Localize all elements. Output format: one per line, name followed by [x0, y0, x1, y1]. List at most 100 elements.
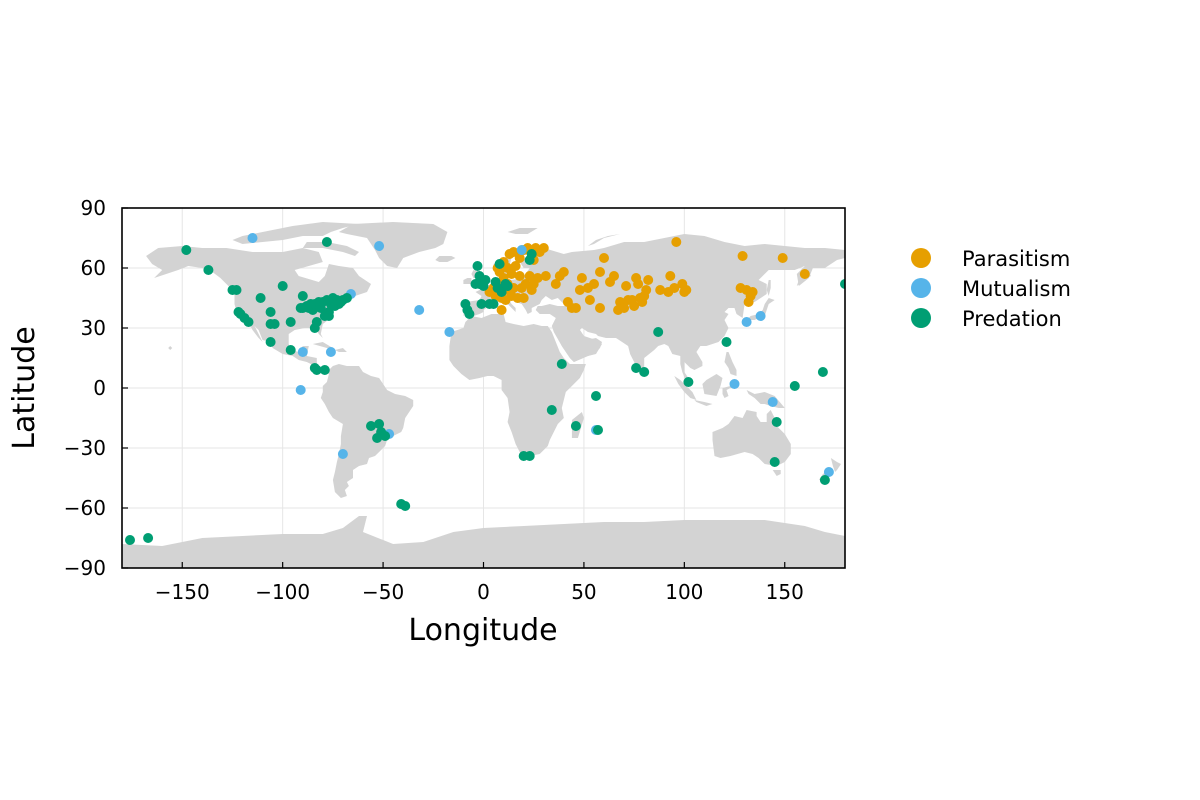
- point-parasitism: [584, 295, 595, 305]
- legend: Parasitism Mutualism Predation: [911, 247, 1071, 331]
- point-mutualism: [741, 317, 752, 327]
- point-predation: [243, 317, 254, 327]
- y-axis-title: Latitude: [7, 326, 42, 449]
- point-parasitism: [681, 285, 692, 295]
- point-predation: [297, 291, 308, 301]
- world-map-chart: −150 −100 −50 0 50 100 150 −90 −60 −30 0 30 60 90 Lo…: [7, 196, 1071, 648]
- point-parasitism: [576, 273, 587, 283]
- point-mutualism: [247, 233, 258, 243]
- point-predation: [319, 365, 330, 375]
- y-tick-label: −60: [64, 496, 106, 520]
- point-mutualism: [297, 347, 308, 357]
- x-tick-label: 100: [665, 580, 703, 604]
- point-predation: [819, 475, 830, 485]
- point-predation: [570, 421, 581, 431]
- point-parasitism: [747, 287, 758, 297]
- point-predation: [472, 261, 483, 271]
- point-predation: [721, 337, 732, 347]
- point-parasitism: [671, 237, 682, 247]
- point-parasitism: [621, 281, 632, 291]
- point-predation: [593, 425, 603, 435]
- point-parasitism: [643, 275, 654, 285]
- point-parasitism: [737, 251, 748, 261]
- point-predation: [464, 309, 475, 319]
- legend-label-parasitism: Parasitism: [962, 247, 1070, 271]
- point-predation: [653, 327, 664, 337]
- point-predation: [231, 285, 242, 295]
- point-parasitism: [540, 271, 551, 281]
- legend-label-mutualism: Mutualism: [962, 277, 1071, 301]
- y-tick-label: 60: [81, 256, 106, 280]
- point-predation: [526, 249, 537, 259]
- point-parasitism: [595, 303, 605, 313]
- point-parasitism: [570, 303, 581, 313]
- y-tick-label: −30: [64, 436, 106, 460]
- point-predation: [494, 259, 505, 269]
- point-mutualism: [325, 347, 336, 357]
- x-axis-title: Longitude: [408, 613, 557, 648]
- x-tick-label: 150: [766, 580, 804, 604]
- y-tick-label: 30: [81, 316, 106, 340]
- point-parasitism: [599, 253, 609, 263]
- point-parasitism: [558, 267, 569, 277]
- point-predation: [771, 417, 782, 427]
- y-axis-ticks: −90 −60 −30 0 30 60 90: [64, 196, 128, 580]
- point-parasitism: [496, 305, 507, 315]
- point-predation: [341, 293, 352, 303]
- point-parasitism: [665, 271, 676, 281]
- x-tick-label: −150: [155, 580, 210, 604]
- point-predation: [789, 381, 800, 391]
- point-predation: [546, 405, 557, 415]
- point-mutualism: [295, 385, 306, 395]
- point-predation: [181, 245, 192, 255]
- point-parasitism: [528, 279, 539, 289]
- x-tick-label: 0: [477, 580, 490, 604]
- point-predation: [285, 345, 296, 355]
- point-parasitism: [518, 293, 529, 303]
- point-mutualism: [767, 397, 778, 407]
- point-predation: [400, 501, 411, 511]
- point-parasitism: [633, 279, 644, 289]
- point-predation: [524, 451, 535, 461]
- point-predation: [502, 281, 513, 291]
- point-parasitism: [641, 285, 652, 295]
- point-predation: [683, 377, 694, 387]
- y-tick-label: 0: [93, 376, 106, 400]
- legend-label-predation: Predation: [962, 307, 1062, 331]
- legend-marker-mutualism: [911, 278, 931, 298]
- point-predation: [488, 299, 499, 309]
- point-predation: [321, 237, 332, 247]
- point-predation: [125, 535, 135, 545]
- point-predation: [323, 311, 334, 321]
- point-parasitism: [506, 269, 517, 279]
- point-predation: [480, 275, 491, 285]
- x-tick-label: −100: [255, 580, 310, 604]
- point-predation: [277, 281, 288, 291]
- point-predation: [380, 431, 391, 441]
- point-mutualism: [516, 245, 527, 255]
- x-tick-label: 50: [571, 580, 596, 604]
- point-predation: [203, 265, 214, 275]
- legend-marker-predation: [911, 308, 931, 328]
- point-parasitism: [589, 279, 599, 289]
- point-parasitism: [777, 253, 788, 263]
- point-mutualism: [729, 379, 740, 389]
- point-predation: [269, 319, 280, 329]
- y-tick-label: −90: [64, 556, 106, 580]
- point-parasitism: [609, 271, 619, 281]
- y-tick-label: 90: [81, 196, 106, 220]
- point-mutualism: [755, 311, 766, 321]
- point-predation: [639, 367, 650, 377]
- point-predation: [311, 317, 322, 327]
- point-predation: [769, 457, 780, 467]
- point-predation: [255, 293, 266, 303]
- point-parasitism: [538, 243, 549, 253]
- x-tick-label: −50: [362, 580, 404, 604]
- point-predation: [143, 533, 154, 543]
- point-predation: [265, 307, 276, 317]
- point-mutualism: [337, 449, 348, 459]
- point-predation: [556, 359, 567, 369]
- point-predation: [817, 367, 828, 377]
- point-predation: [265, 337, 276, 347]
- point-predation: [591, 391, 601, 401]
